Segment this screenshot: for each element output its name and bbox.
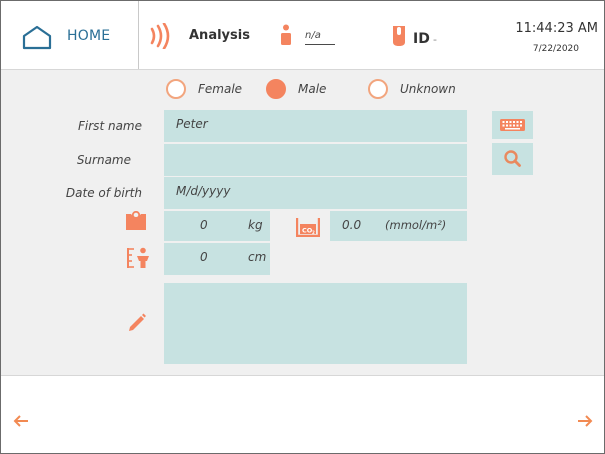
surname-label: Surname <box>76 153 131 167</box>
co2-value: 0.0 <box>342 218 362 232</box>
wave-signal-icon <box>150 23 170 49</box>
radio-circle-selected <box>266 79 286 99</box>
gender-unknown-label: Unknown <box>400 82 456 96</box>
first-name-label: First name <box>78 119 142 133</box>
first-name-value: Peter <box>176 117 208 131</box>
radio-circle <box>166 79 186 99</box>
id-label: ID <box>413 31 430 47</box>
app-window: HOME Analysis n/a ID - 11:44:23 AM 7/22/… <box>0 0 605 454</box>
co2-icon: CO 2 <box>296 218 320 237</box>
patient-value: n/a <box>305 31 335 45</box>
id-value: - <box>433 33 437 46</box>
clock-time: 11:44:23 AM <box>515 21 598 36</box>
pencil-icon <box>129 313 146 331</box>
arrow-right-icon <box>578 415 593 427</box>
svg-text:2: 2 <box>312 230 315 235</box>
home-button[interactable]: HOME <box>1 1 139 69</box>
gender-male-label: Male <box>298 82 327 96</box>
weight-value: 0 <box>200 218 208 232</box>
next-button[interactable] <box>577 412 593 433</box>
weight-scale-icon <box>126 211 146 230</box>
search-icon <box>504 150 521 167</box>
home-label: HOME <box>67 28 111 44</box>
dob-placeholder: M/d/yyyy <box>176 184 231 198</box>
radio-circle <box>368 79 388 99</box>
keyboard-button[interactable] <box>492 111 533 139</box>
height-field[interactable]: 0 cm <box>164 243 270 275</box>
co2-field[interactable]: 0.0 (mmol/m²) <box>330 211 467 241</box>
analysis-title: Analysis <box>189 28 250 43</box>
gender-female-label: Female <box>198 82 243 96</box>
weight-unit: kg <box>248 218 263 232</box>
footer-bar <box>1 375 604 453</box>
arrow-left-icon <box>13 415 28 427</box>
surname-field[interactable] <box>164 144 467 176</box>
dob-label: Date of birth <box>65 186 142 200</box>
home-icon <box>22 25 52 50</box>
co2-unit: (mmol/m²) <box>385 218 447 232</box>
person-icon <box>281 24 291 45</box>
height-person-icon <box>127 247 149 268</box>
height-value: 0 <box>200 250 208 264</box>
first-name-field[interactable]: Peter <box>164 110 467 142</box>
clock-date: 7/22/2020 <box>532 44 579 54</box>
weight-field[interactable]: 0 kg <box>164 211 270 241</box>
dob-field[interactable]: M/d/yyyy <box>164 177 467 209</box>
header-bar: HOME Analysis n/a ID - 11:44:23 AM 7/22/… <box>1 1 604 70</box>
tube-icon <box>393 26 405 46</box>
height-unit: cm <box>248 250 267 264</box>
back-button[interactable] <box>13 412 29 433</box>
notes-field[interactable] <box>164 283 467 364</box>
search-button[interactable] <box>492 143 533 175</box>
keyboard-icon <box>500 119 525 131</box>
